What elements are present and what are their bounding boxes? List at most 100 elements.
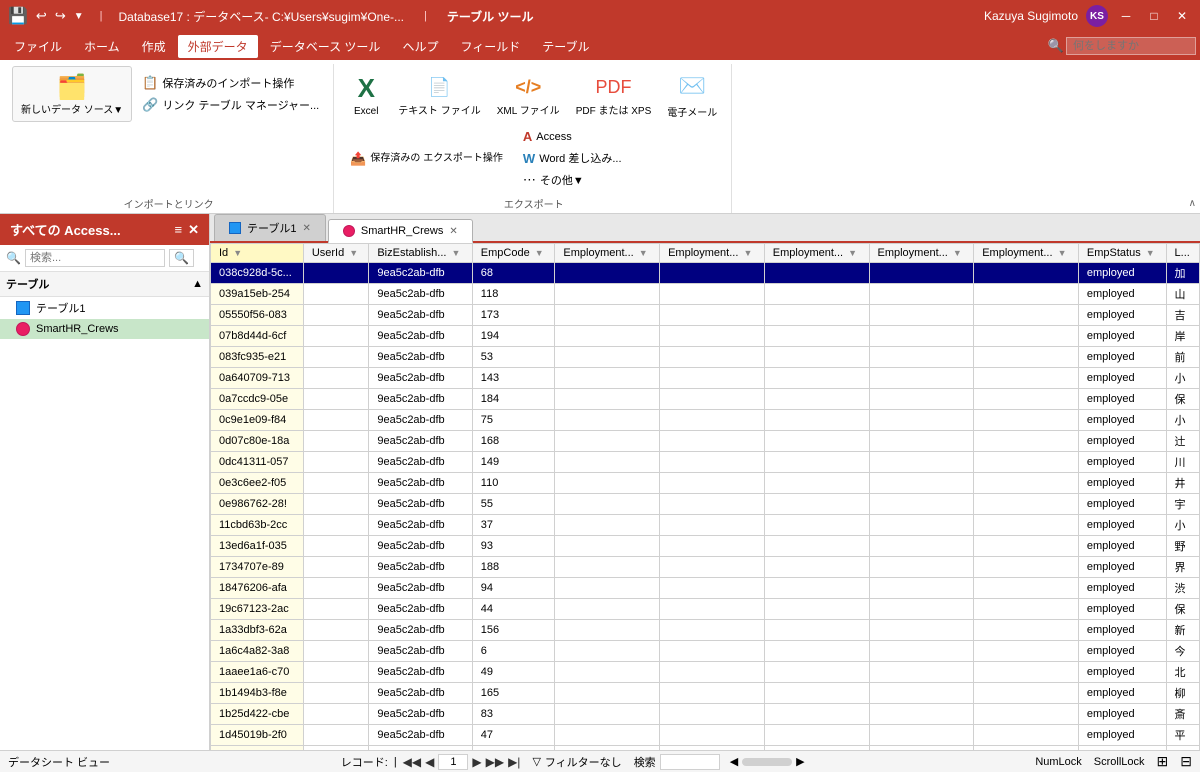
table-cell[interactable]: 新	[1166, 620, 1199, 641]
table-cell[interactable]: 小	[1166, 410, 1199, 431]
table-cell[interactable]: 165	[472, 683, 555, 704]
table-cell[interactable]	[869, 347, 974, 368]
table-cell[interactable]: employed	[1078, 683, 1166, 704]
table-cell[interactable]: 柳	[1166, 683, 1199, 704]
table-cell[interactable]: 68	[472, 263, 555, 284]
table-cell[interactable]	[303, 263, 369, 284]
saved-import-button[interactable]: 📋 保存済みのインポート操作	[136, 73, 325, 93]
table-cell[interactable]	[303, 620, 369, 641]
table-row[interactable]: 07b8d44d-6cf9ea5c2ab-dfb194employed岸	[211, 326, 1200, 347]
table-cell[interactable]	[660, 641, 765, 662]
table-cell[interactable]	[660, 305, 765, 326]
table-cell[interactable]	[974, 515, 1079, 536]
menu-help[interactable]: ヘルプ	[392, 35, 448, 58]
table-cell[interactable]	[764, 368, 869, 389]
table-cell[interactable]: 110	[472, 473, 555, 494]
table-cell[interactable]: 6	[472, 641, 555, 662]
table-cell[interactable]: 188	[472, 557, 555, 578]
table-cell[interactable]: employed	[1078, 326, 1166, 347]
table-cell[interactable]: 07b8d44d-6cf	[211, 326, 304, 347]
table-cell[interactable]	[660, 473, 765, 494]
table-cell[interactable]	[303, 389, 369, 410]
table-cell[interactable]	[764, 641, 869, 662]
table-cell[interactable]	[660, 389, 765, 410]
table-cell[interactable]	[764, 494, 869, 515]
table-cell[interactable]: 9ea5c2ab-dfb	[369, 473, 472, 494]
table-cell[interactable]: 9ea5c2ab-dfb	[369, 746, 472, 751]
table-cell[interactable]	[555, 662, 660, 683]
table-cell[interactable]	[869, 683, 974, 704]
table-cell[interactable]	[974, 431, 1079, 452]
table-cell[interactable]: 宇	[1166, 494, 1199, 515]
table-cell[interactable]	[660, 620, 765, 641]
export-word-button[interactable]: W Word 差し込み...	[517, 148, 628, 168]
table-cell[interactable]: 9ea5c2ab-dfb	[369, 578, 472, 599]
table-cell[interactable]: employed	[1078, 389, 1166, 410]
table-row[interactable]: 1734707e-899ea5c2ab-dfb188employed界	[211, 557, 1200, 578]
table-cell[interactable]	[303, 284, 369, 305]
table-cell[interactable]	[869, 473, 974, 494]
table-cell[interactable]	[555, 284, 660, 305]
table-cell[interactable]	[555, 473, 660, 494]
table-cell[interactable]	[660, 410, 765, 431]
table-cell[interactable]	[555, 578, 660, 599]
table-cell[interactable]	[303, 683, 369, 704]
table-cell[interactable]	[555, 347, 660, 368]
export-excel-button[interactable]: X Excel	[344, 68, 388, 121]
table-cell[interactable]: employed	[1078, 704, 1166, 725]
table-cell[interactable]: employed	[1078, 746, 1166, 751]
menu-home[interactable]: ホーム	[74, 35, 130, 58]
nav-next-btn[interactable]: ▶	[472, 755, 481, 769]
table-cell[interactable]	[660, 326, 765, 347]
table-cell[interactable]	[869, 431, 974, 452]
table-cell[interactable]	[974, 263, 1079, 284]
table-cell[interactable]: 75	[472, 410, 555, 431]
table-cell[interactable]: 103	[472, 746, 555, 751]
table-cell[interactable]: employed	[1078, 452, 1166, 473]
table-cell[interactable]	[764, 473, 869, 494]
table-cell[interactable]	[660, 578, 765, 599]
table-cell[interactable]: 1f6281d8-280	[211, 746, 304, 751]
sidebar-close-icon[interactable]: ✕	[188, 222, 199, 238]
table-cell[interactable]	[869, 599, 974, 620]
table-cell[interactable]	[869, 410, 974, 431]
table-cell[interactable]	[555, 494, 660, 515]
search-input-statusbar[interactable]	[660, 754, 720, 770]
undo-icon[interactable]: ↩	[36, 8, 47, 24]
table-row[interactable]: 0dc41311-0579ea5c2ab-dfb149employed川	[211, 452, 1200, 473]
table-cell[interactable]: 渋	[1166, 578, 1199, 599]
table-cell[interactable]: employed	[1078, 515, 1166, 536]
table-cell[interactable]: employed	[1078, 536, 1166, 557]
table-cell[interactable]	[974, 389, 1079, 410]
nav-new-btn[interactable]: ▶|	[508, 755, 520, 769]
table-cell[interactable]	[660, 368, 765, 389]
table-cell[interactable]: 平	[1166, 725, 1199, 746]
table-cell[interactable]	[764, 431, 869, 452]
filter-btn[interactable]: ▽ フィルターなし	[532, 754, 621, 770]
table-cell[interactable]	[974, 473, 1079, 494]
table-cell[interactable]: 山	[1166, 284, 1199, 305]
table-row[interactable]: 0d07c80e-18a9ea5c2ab-dfb168employed辻	[211, 431, 1200, 452]
menu-file[interactable]: ファイル	[4, 35, 72, 58]
table-cell[interactable]	[764, 662, 869, 683]
table-cell[interactable]: 9ea5c2ab-dfb	[369, 620, 472, 641]
table-cell[interactable]	[869, 368, 974, 389]
table-cell[interactable]	[303, 431, 369, 452]
menu-table[interactable]: テーブル	[532, 35, 599, 58]
table-cell[interactable]	[555, 557, 660, 578]
table-cell[interactable]	[555, 704, 660, 725]
table-cell[interactable]	[869, 746, 974, 751]
table-cell[interactable]	[764, 683, 869, 704]
table-cell[interactable]: 吉	[1166, 305, 1199, 326]
table-row[interactable]: 19c67123-2ac9ea5c2ab-dfb44employed保	[211, 599, 1200, 620]
table-cell[interactable]	[764, 578, 869, 599]
table-cell[interactable]: 0e986762-28!	[211, 494, 304, 515]
scroll-track[interactable]	[742, 758, 792, 766]
table-cell[interactable]	[555, 263, 660, 284]
table-cell[interactable]: 44	[472, 599, 555, 620]
table-cell[interactable]: employed	[1078, 473, 1166, 494]
table-cell[interactable]: 49	[472, 662, 555, 683]
table-cell[interactable]: 05550f56-083	[211, 305, 304, 326]
table-cell[interactable]: 9ea5c2ab-dfb	[369, 326, 472, 347]
table-row[interactable]: 083fc935-e219ea5c2ab-dfb53employed前	[211, 347, 1200, 368]
